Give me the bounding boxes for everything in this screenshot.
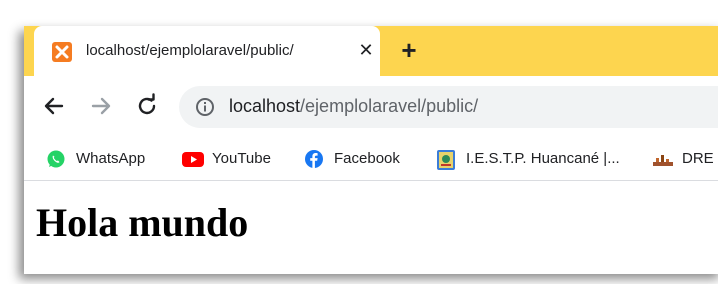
page-heading: Hola mundo [36,200,249,245]
bookmark-label: Facebook [334,150,400,167]
bookmark-label: YouTube [212,150,271,167]
toolbar: localhost/ejemplolaravel/public/ [24,76,718,138]
tab-title: localhost/ejemplolaravel/public/ [86,42,294,59]
tab-close-icon[interactable]: ✕ [356,40,376,60]
xampp-icon [52,42,72,62]
new-tab-button[interactable]: + [396,37,422,64]
url-host: localhost [229,96,301,116]
screenshot-frame: localhost/ejemplolaravel/public/ ✕ + loc… [0,0,718,284]
iestp-icon [436,150,456,170]
bookmark-label: I.E.S.T.P. Huancané |... [466,150,620,167]
arrow-forward-icon[interactable] [87,92,115,120]
dre-icon [652,150,673,168]
page-content: Hola mundo [24,181,718,274]
arrow-back-icon[interactable] [40,92,68,120]
youtube-icon [182,150,204,168]
info-icon[interactable] [195,97,215,117]
reload-icon[interactable] [133,92,161,120]
url-text: localhost/ejemplolaravel/public/ [229,96,478,117]
facebook-icon [304,150,324,168]
address-bar[interactable]: localhost/ejemplolaravel/public/ [179,86,718,128]
bookmark-label: DRE [682,150,714,167]
whatsapp-icon [46,150,66,168]
url-path: /ejemplolaravel/public/ [300,96,479,116]
active-tab[interactable]: localhost/ejemplolaravel/public/ ✕ [34,26,380,76]
tab-strip: localhost/ejemplolaravel/public/ ✕ + [24,26,718,76]
browser-window: localhost/ejemplolaravel/public/ ✕ + loc… [24,26,718,274]
bookmark-label: WhatsApp [76,150,146,167]
bookmarks-bar: WhatsApp YouTube Facebook I.E.S.T.P. Hua… [24,138,718,181]
